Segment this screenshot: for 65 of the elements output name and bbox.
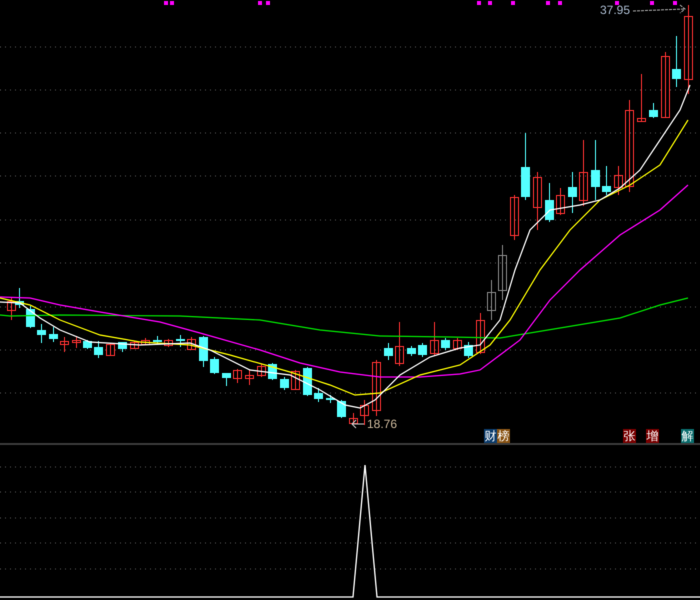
candlestick [94, 340, 103, 358]
candlestick [280, 376, 289, 390]
candlestick [533, 172, 542, 230]
candlestick [556, 188, 565, 216]
candlestick [164, 338, 173, 348]
candlestick [395, 322, 404, 366]
indicator-badge: 增 [646, 429, 659, 443]
candlestick [441, 338, 450, 350]
candlestick [614, 166, 623, 196]
leader-arrow-icon [351, 420, 364, 428]
candlestick [106, 342, 115, 356]
candlestick [498, 244, 507, 300]
candlestick [510, 194, 519, 240]
candlestick [384, 342, 393, 360]
candlestick [568, 172, 577, 214]
candlestick [521, 132, 530, 200]
candlestick [15, 288, 24, 308]
candlestick [464, 342, 473, 358]
candlestick [257, 364, 266, 378]
candlestick [245, 370, 254, 386]
candlestick [187, 336, 196, 350]
candlestick [337, 400, 346, 418]
high-price-label: 37.95 [600, 3, 630, 17]
candlestick [672, 36, 681, 88]
indicator-badge: 财 [484, 429, 497, 443]
candlestick [430, 322, 439, 356]
candlestick [545, 182, 554, 222]
candlestick [360, 400, 369, 426]
candlestick [210, 356, 219, 374]
leader-arrow-icon [632, 4, 686, 14]
indicator-badge: 解 [681, 429, 694, 443]
candlestick [199, 336, 208, 368]
candlestick [487, 280, 496, 320]
low-price-label: 18.76 [367, 417, 398, 431]
candlestick [141, 338, 150, 346]
candlestick [453, 338, 462, 350]
candlestick [649, 102, 658, 118]
candlestick [130, 340, 139, 350]
candlestick [118, 342, 127, 352]
candlestick [37, 324, 46, 344]
candlestick [303, 366, 312, 396]
candlestick [372, 360, 381, 416]
candlestick [153, 336, 162, 344]
candlestick [49, 326, 58, 342]
indicator-badge: 榜 [497, 429, 510, 443]
candlestick [661, 52, 670, 118]
candlestick [222, 372, 231, 386]
candlestick [72, 336, 81, 348]
candlestick [176, 334, 185, 348]
candlestick [60, 336, 69, 352]
candlestick [7, 298, 16, 320]
candlestick [579, 140, 588, 206]
candlestick [637, 74, 646, 122]
candlestick [233, 368, 242, 384]
candlestick [349, 412, 358, 424]
candlestick [418, 342, 427, 358]
candlestick [326, 394, 335, 404]
candlestick [407, 346, 416, 356]
candlestick [591, 140, 600, 200]
candlestick [476, 312, 485, 354]
candlestick [602, 166, 611, 196]
candlestick [83, 340, 92, 350]
candlestick [314, 388, 323, 402]
indicator-badge: 张 [623, 429, 636, 443]
candlestick [291, 370, 300, 390]
